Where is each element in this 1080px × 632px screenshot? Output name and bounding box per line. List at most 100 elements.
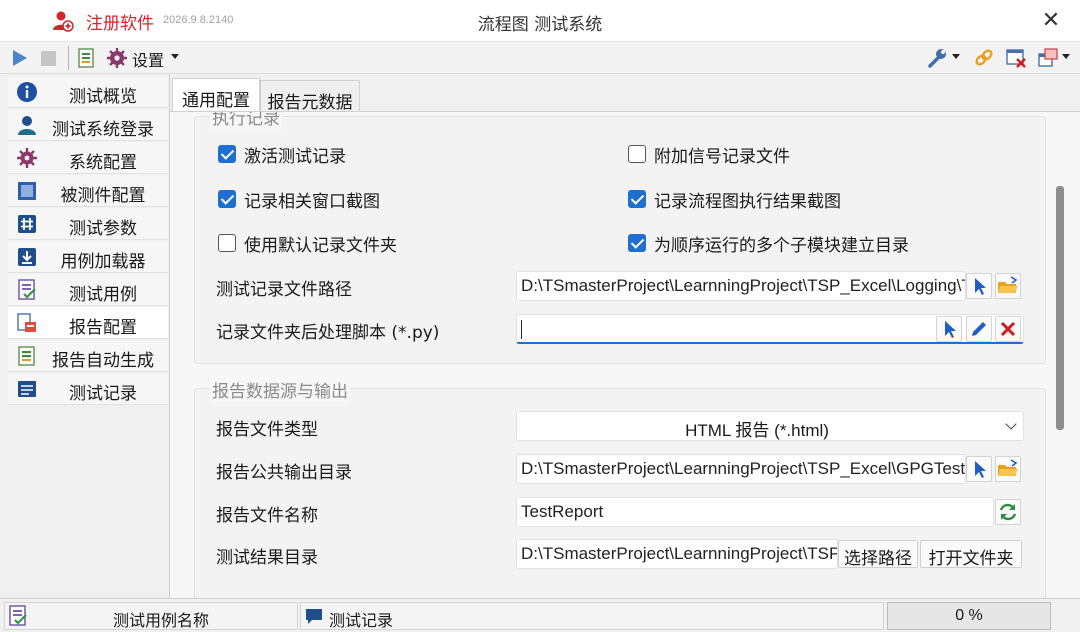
config-content: 执行记录 激活测试记录 附加信号记录文件 记录相关窗口截图 记录流程图执行结果截…	[170, 111, 1080, 598]
checkbox-box[interactable]	[218, 234, 236, 252]
checkbox-box[interactable]	[628, 234, 646, 252]
register-user-icon[interactable]	[52, 10, 74, 32]
pick-script-button[interactable]	[936, 316, 962, 342]
status-bar: 测试用例名称 测试记录 0 %	[0, 598, 1080, 632]
pencil-icon	[972, 322, 986, 336]
checkbox-box[interactable]	[628, 190, 646, 208]
text-cursor	[521, 320, 522, 339]
pick-out-dir-button[interactable]	[966, 456, 992, 482]
sidebar-item-test-cases[interactable]: 测试用例	[8, 274, 168, 306]
message-icon	[306, 609, 322, 624]
close-button[interactable]: ✕	[1036, 6, 1066, 36]
settings-menu[interactable]: 设置	[132, 47, 164, 71]
open-log-folder-button[interactable]	[995, 273, 1021, 299]
report-type-label: 报告文件类型	[216, 420, 318, 440]
log-path-field[interactable]: D:\TSmasterProject\LearnningProject\TSP_…	[516, 271, 966, 301]
close-window-icon[interactable]	[1004, 46, 1028, 70]
exec-log-group-title: 执行记录	[210, 112, 282, 129]
report-name-field[interactable]: TestReport	[516, 497, 994, 527]
refresh-icon	[999, 503, 1017, 521]
result-dir-value: D:\TSmasterProject\LearnningProject\TSP_…	[521, 544, 838, 563]
window-title: 流程图 测试系统	[477, 15, 603, 35]
checklist-icon	[9, 605, 27, 626]
status-log[interactable]: 测试记录	[300, 602, 884, 630]
checkbox-window-screenshot[interactable]: 记录相关窗口截图	[218, 186, 518, 212]
checkbox-label: 记录流程图执行结果截图	[654, 192, 841, 212]
checklist-icon	[18, 279, 36, 300]
report-config-icon	[17, 313, 36, 332]
checkbox-label: 为顺序运行的多个子模块建立目录	[654, 236, 909, 256]
report-type-select[interactable]: HTML 报告 (*.html)	[516, 411, 1024, 441]
folder-open-icon	[998, 459, 1018, 476]
sidebar-item-label: 测试记录	[69, 384, 137, 404]
edit-script-button[interactable]	[966, 316, 992, 342]
chip-icon	[18, 182, 36, 200]
stop-icon[interactable]	[38, 46, 60, 70]
open-folder-button[interactable]: 打开文件夹	[920, 540, 1022, 569]
tab-general-config[interactable]: 通用配置	[172, 78, 260, 112]
cursor-icon	[945, 321, 956, 338]
chevron-down-icon[interactable]	[1062, 54, 1070, 59]
choose-path-button[interactable]: 选择路径	[838, 540, 918, 569]
report-name-value: TestReport	[521, 502, 604, 521]
status-case-name: 测试用例名称	[4, 602, 298, 630]
sidebar-item-case-loader[interactable]: 用例加载器	[8, 241, 168, 273]
gear-icon[interactable]	[106, 46, 128, 70]
checkbox-submodule-dirs[interactable]: 为顺序运行的多个子模块建立目录	[628, 230, 968, 256]
register-software-link[interactable]: 注册软件	[86, 9, 154, 34]
status-case-name-label: 测试用例名称	[113, 611, 210, 630]
report-out-dir-field[interactable]: D:\TSmasterProject\LearnningProject\TSP_…	[516, 454, 966, 484]
toolbar: 设置	[0, 42, 1080, 74]
sidebar-item-overview[interactable]: 测试概览	[8, 76, 168, 108]
report-name-label: 报告文件名称	[216, 506, 318, 526]
chevron-down-icon[interactable]	[952, 54, 960, 59]
toolbar-separator	[68, 46, 69, 70]
link-icon[interactable]	[972, 46, 996, 70]
wrench-icon[interactable]	[926, 46, 948, 70]
hash-icon	[18, 215, 36, 233]
sidebar: 测试概览 测试系统登录 系统配置 被测件配置 测试参数 用例加载器 测试用例 报…	[0, 74, 170, 598]
report-type-value: HTML 报告 (*.html)	[685, 421, 829, 440]
result-dir-field[interactable]: D:\TSmasterProject\LearnningProject\TSP_…	[516, 539, 838, 569]
checkbox-box[interactable]	[218, 145, 236, 163]
sidebar-item-system-config[interactable]: 系统配置	[8, 142, 168, 174]
cursor-icon	[975, 278, 986, 295]
sidebar-item-label: 报告配置	[69, 318, 137, 338]
checkbox-label: 附加信号记录文件	[654, 147, 790, 167]
sidebar-item-report-auto[interactable]: 报告自动生成	[8, 340, 168, 372]
chevron-down-icon	[1005, 418, 1017, 430]
checkbox-box[interactable]	[218, 190, 236, 208]
progress-text: 0 %	[955, 607, 983, 624]
sidebar-item-dut-config[interactable]: 被测件配置	[8, 175, 168, 207]
checkbox-box[interactable]	[628, 145, 646, 163]
play-icon[interactable]	[10, 46, 30, 70]
checkbox-label: 记录相关窗口截图	[244, 192, 380, 212]
sidebar-item-login[interactable]: 测试系统登录	[8, 109, 168, 141]
checkbox-attach-signal-file[interactable]: 附加信号记录文件	[628, 141, 928, 167]
sidebar-item-label: 测试用例	[69, 285, 137, 305]
vertical-scrollbar[interactable]	[1056, 186, 1064, 430]
sidebar-item-label: 被测件配置	[60, 186, 146, 206]
title-bar: 注册软件 2026.9.8.2140 流程图 测试系统 ✕	[0, 0, 1080, 42]
tab-report-metadata[interactable]: 报告元数据	[260, 80, 360, 113]
log-icon	[18, 381, 36, 397]
sidebar-item-label: 测试系统登录	[52, 120, 154, 140]
report-icon[interactable]	[76, 46, 98, 70]
open-out-dir-button[interactable]	[995, 456, 1021, 482]
report-out-dir-label: 报告公共输出目录	[216, 463, 352, 483]
refresh-name-button[interactable]	[995, 499, 1021, 525]
checkbox-enable-test-log[interactable]: 激活测试记录	[218, 141, 518, 167]
sidebar-item-test-log[interactable]: 测试记录	[8, 373, 168, 405]
chevron-down-icon[interactable]	[171, 54, 179, 59]
report-gen-icon	[18, 346, 35, 366]
sidebar-item-label: 测试概览	[69, 87, 137, 107]
user-icon	[18, 116, 36, 135]
clear-script-button[interactable]	[995, 316, 1021, 342]
sidebar-item-report-config[interactable]: 报告配置	[8, 307, 168, 339]
restore-window-icon[interactable]	[1036, 46, 1060, 70]
checkbox-flowchart-screenshot[interactable]: 记录流程图执行结果截图	[628, 186, 958, 212]
pick-log-path-button[interactable]	[966, 273, 992, 299]
report-out-dir-value: D:\TSmasterProject\LearnningProject\TSP_…	[521, 459, 966, 478]
sidebar-item-test-params[interactable]: 测试参数	[8, 208, 168, 240]
checkbox-default-log-folder[interactable]: 使用默认记录文件夹	[218, 230, 518, 256]
